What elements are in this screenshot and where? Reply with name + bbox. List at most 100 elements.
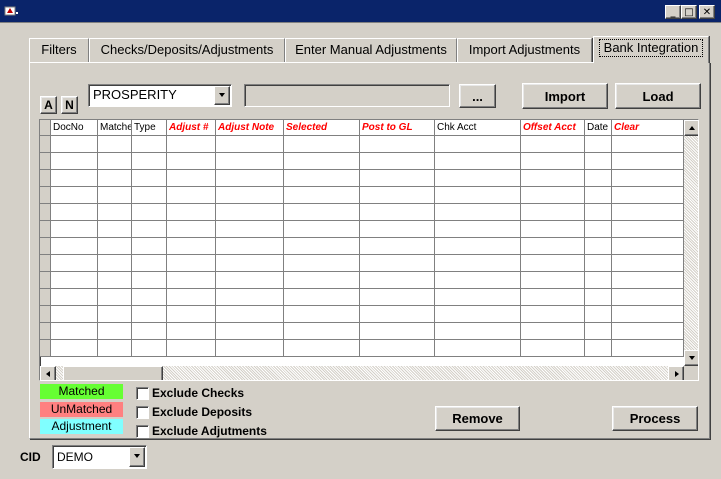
grid-cell[interactable] [360, 136, 435, 153]
grid-cell[interactable] [284, 306, 360, 323]
vertical-scrollbar[interactable] [684, 120, 698, 366]
grid-cell[interactable] [585, 170, 612, 187]
n-button[interactable]: N [61, 96, 78, 114]
grid-cell[interactable] [360, 306, 435, 323]
grid-cell[interactable] [216, 340, 284, 357]
grid-cell[interactable] [167, 136, 216, 153]
grid-cell[interactable] [521, 221, 585, 238]
grid-cell[interactable] [167, 153, 216, 170]
tab-import-adjustments[interactable]: Import Adjustments [457, 38, 592, 62]
grid-cell[interactable] [167, 255, 216, 272]
grid-cell[interactable] [51, 340, 98, 357]
exclude-adjustments-checkbox[interactable]: Exclude Adjutments [136, 424, 276, 439]
grid-cell[interactable] [585, 204, 612, 221]
row-header[interactable] [40, 221, 51, 238]
grid-cell[interactable] [585, 306, 612, 323]
grid-cell[interactable] [435, 221, 521, 238]
tab-enter-manual-adjustments[interactable]: Enter Manual Adjustments [285, 38, 457, 62]
horizontal-scrollbar[interactable] [40, 366, 684, 380]
grid-cell[interactable] [216, 306, 284, 323]
browse-button[interactable]: ... [459, 84, 496, 108]
tab-filters[interactable]: Filters [29, 38, 89, 62]
grid-cell[interactable] [612, 323, 684, 340]
grid-cell[interactable] [98, 340, 132, 357]
grid-cell[interactable] [585, 153, 612, 170]
grid-cell[interactable] [612, 255, 684, 272]
row-header[interactable] [40, 170, 51, 187]
grid-cell[interactable] [284, 255, 360, 272]
row-header[interactable] [40, 306, 51, 323]
row-header[interactable] [40, 153, 51, 170]
grid-cell[interactable] [284, 153, 360, 170]
grid-cell[interactable] [98, 170, 132, 187]
grid-cell[interactable] [612, 170, 684, 187]
grid-cell[interactable] [521, 153, 585, 170]
grid-cell[interactable] [167, 306, 216, 323]
grid-cell[interactable] [132, 204, 167, 221]
grid-cell[interactable] [167, 221, 216, 238]
grid-cell[interactable] [98, 272, 132, 289]
bank-combo-dropdown[interactable] [214, 86, 230, 105]
row-header[interactable] [40, 204, 51, 221]
grid-cell[interactable] [435, 340, 521, 357]
file-path-field[interactable] [244, 84, 450, 107]
checkbox-box[interactable] [136, 387, 149, 400]
grid-cell[interactable] [51, 136, 98, 153]
grid-cell[interactable] [585, 255, 612, 272]
grid-cell[interactable] [435, 255, 521, 272]
grid-cell[interactable] [132, 238, 167, 255]
grid-cell[interactable] [132, 170, 167, 187]
grid-cell[interactable] [612, 221, 684, 238]
grid-cell[interactable] [284, 187, 360, 204]
grid-cell[interactable] [132, 323, 167, 340]
column-header[interactable]: Matched [98, 120, 132, 136]
grid-cell[interactable] [132, 340, 167, 357]
grid-cell[interactable] [521, 136, 585, 153]
column-header[interactable]: Adjust Note [216, 120, 284, 136]
grid-cell[interactable] [51, 153, 98, 170]
grid-cell[interactable] [435, 187, 521, 204]
column-header[interactable]: Clear [612, 120, 684, 136]
grid-cell[interactable] [284, 136, 360, 153]
import-button[interactable]: Import [522, 83, 608, 109]
exclude-deposits-checkbox[interactable]: Exclude Deposits [136, 405, 266, 420]
grid-cell[interactable] [51, 238, 98, 255]
a-button[interactable]: A [40, 96, 57, 114]
exclude-checks-checkbox[interactable]: Exclude Checks [136, 386, 266, 401]
grid-cell[interactable] [51, 221, 98, 238]
grid-cell[interactable] [132, 187, 167, 204]
cid-combo[interactable]: DEMO [52, 445, 147, 469]
grid-cell[interactable] [167, 289, 216, 306]
grid-cell[interactable] [521, 323, 585, 340]
grid-cell[interactable] [360, 170, 435, 187]
grid-cell[interactable] [612, 136, 684, 153]
tab-checks-deposits-adjustments[interactable]: Checks/Deposits/Adjustments [89, 38, 285, 62]
grid-cell[interactable] [284, 323, 360, 340]
grid-cell[interactable] [585, 323, 612, 340]
grid-cell[interactable] [51, 306, 98, 323]
grid-cell[interactable] [360, 187, 435, 204]
grid-cell[interactable] [98, 323, 132, 340]
grid-cell[interactable] [612, 238, 684, 255]
cid-combo-dropdown[interactable] [129, 447, 145, 467]
grid-cell[interactable] [360, 340, 435, 357]
grid-cell[interactable] [521, 255, 585, 272]
grid-cell[interactable] [167, 272, 216, 289]
grid-cell[interactable] [284, 272, 360, 289]
grid-cell[interactable] [360, 238, 435, 255]
grid-cell[interactable] [132, 289, 167, 306]
grid-cell[interactable] [167, 204, 216, 221]
grid-cell[interactable] [360, 272, 435, 289]
grid-cell[interactable] [51, 289, 98, 306]
grid-cell[interactable] [585, 187, 612, 204]
maximize-button[interactable]: □ [681, 5, 697, 19]
grid-cell[interactable] [612, 340, 684, 357]
grid-cell[interactable] [435, 323, 521, 340]
grid-cell[interactable] [585, 221, 612, 238]
grid-cell[interactable] [585, 272, 612, 289]
checkbox-box[interactable] [136, 425, 149, 438]
column-header[interactable]: Adjust # [167, 120, 216, 136]
grid-cell[interactable] [521, 340, 585, 357]
close-button[interactable]: ✕ [699, 5, 715, 19]
bank-combo[interactable]: PROSPERITY [88, 84, 232, 107]
